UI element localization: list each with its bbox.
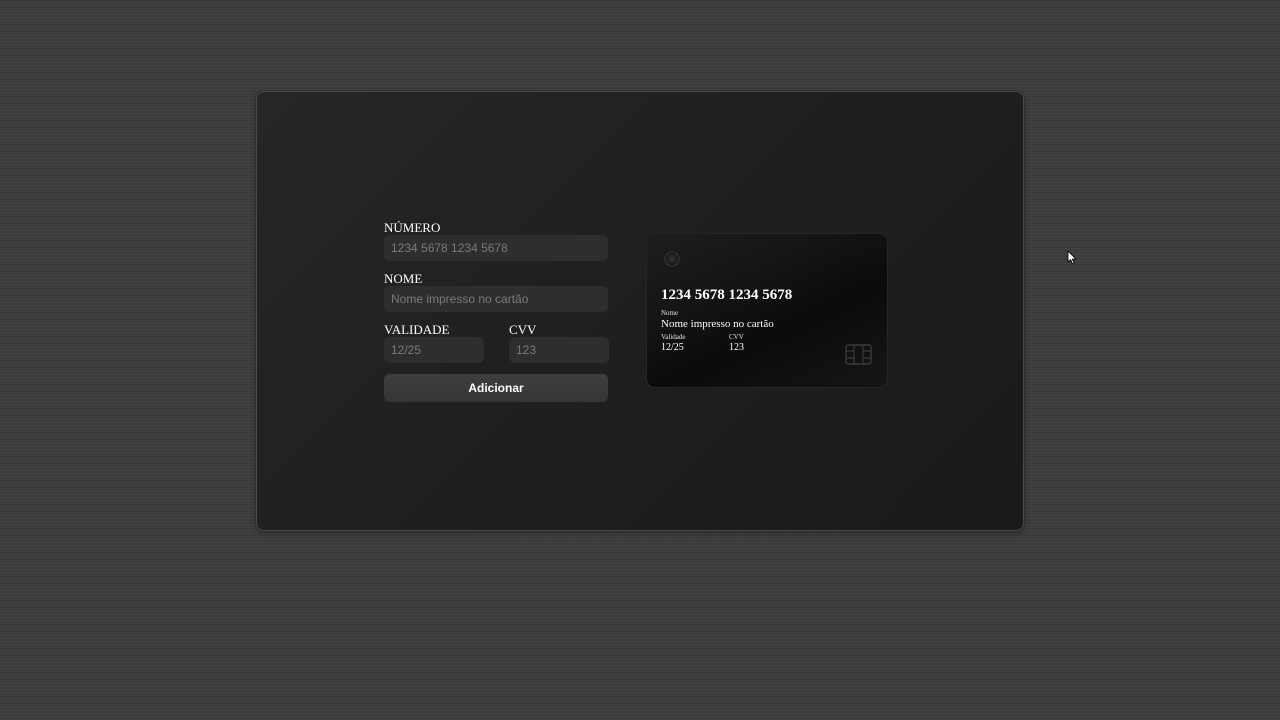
numero-group: NÚMERO: [384, 220, 608, 261]
validade-group: VALIDADE: [384, 322, 484, 363]
card-brand-icon: [664, 251, 680, 267]
cvv-label: CVV: [509, 322, 537, 337]
card-validity-display: 12/25: [661, 342, 684, 353]
card-validity-label: Validade: [661, 333, 686, 341]
card-cvv-label: CVV: [729, 333, 744, 341]
mouse-cursor-icon: [1067, 250, 1077, 265]
add-card-button[interactable]: Adicionar: [384, 374, 608, 402]
main-panel: [256, 91, 1024, 531]
nome-label: NOME: [384, 271, 423, 286]
card-number-display: 1234 5678 1234 5678: [661, 287, 793, 303]
card-number-input[interactable]: [384, 235, 608, 261]
expiry-input[interactable]: [384, 337, 484, 363]
validade-label: VALIDADE: [384, 322, 450, 337]
card-preview: 1234 5678 1234 5678 Nome Nome impresso n…: [647, 234, 887, 387]
numero-label: NÚMERO: [384, 220, 441, 235]
card-cvv-display: 123: [729, 342, 744, 353]
card-name-display: Nome impresso no cartão: [661, 318, 774, 330]
card-name-input[interactable]: [384, 286, 608, 312]
cvv-input[interactable]: [509, 337, 609, 363]
card-chip-icon: [845, 344, 872, 365]
cvv-group: CVV: [509, 322, 609, 363]
card-name-label: Nome: [661, 309, 679, 317]
nome-group: NOME: [384, 271, 608, 312]
